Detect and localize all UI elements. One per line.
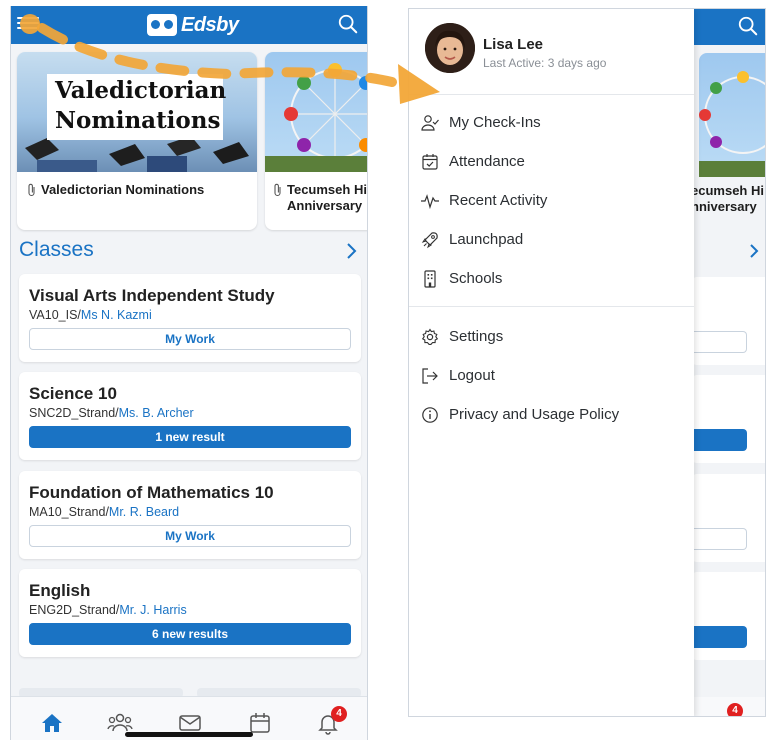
menu-label: My Check-Ins	[449, 114, 541, 131]
teacher-link[interactable]: Mr. J. Harris	[119, 603, 186, 617]
class-subtitle: MA10_Strand/Mr. R. Beard	[29, 505, 180, 519]
menu-label: Privacy and Usage Policy	[449, 406, 620, 423]
ferris-wheel-image	[699, 53, 765, 177]
class-subtitle: ENG2D_Strand/Mr. J. Harris	[29, 603, 187, 617]
class-card[interactable]: Science 10 SNC2D_Strand/Ms. B. Archer 1 …	[19, 372, 361, 460]
chevron-right-icon	[750, 244, 759, 258]
news-caption: Valedictorian Nominations	[27, 182, 204, 198]
edsby-logo: Edsby	[147, 12, 239, 38]
menu-label: Launchpad	[449, 231, 524, 248]
home-indicator	[125, 732, 253, 737]
ferris-wheel-image	[265, 52, 367, 172]
drawer-screen: ecumseh Hi nniversary 4 Lisa Lee Last Act…	[408, 8, 766, 717]
teacher-link[interactable]: Ms. B. Archer	[119, 406, 194, 420]
logout-icon	[422, 368, 438, 384]
menu-label: Attendance	[449, 153, 525, 170]
news-carousel[interactable]: Valedictorian Nominations Valedictorian …	[11, 52, 367, 230]
menu-item-launchpad[interactable]: Launchpad	[409, 222, 694, 258]
class-title: Foundation of Mathematics 10	[29, 483, 274, 502]
new-results-button[interactable]: 1 new result	[29, 426, 351, 448]
home-icon[interactable]	[39, 711, 65, 735]
menu-item-logout[interactable]: Logout	[409, 358, 694, 394]
building-icon	[424, 270, 436, 288]
edsby-logo-icon	[147, 14, 177, 36]
person-check-icon	[421, 115, 439, 131]
last-active-text: Last Active: 3 days ago	[483, 56, 607, 70]
menu-label: Logout	[449, 367, 495, 384]
avatar	[425, 23, 475, 73]
navigation-drawer: Lisa Lee Last Active: 3 days ago My Chec…	[409, 9, 694, 716]
gear-icon	[421, 328, 439, 345]
menu-item-privacy-policy[interactable]: Privacy and Usage Policy	[409, 397, 694, 433]
class-title: English	[29, 581, 91, 600]
pulse-icon	[421, 194, 439, 210]
paperclip-icon	[274, 183, 281, 197]
app-name: Edsby	[181, 13, 239, 36]
chevron-right-icon[interactable]	[345, 242, 357, 260]
class-card-dimmed	[691, 375, 765, 463]
class-title: Visual Arts Independent Study	[29, 286, 275, 305]
home-screen: Edsby Valedictorian Nominations Valedict…	[10, 6, 368, 740]
search-icon[interactable]	[337, 13, 359, 35]
classes-header[interactable]: Classes	[19, 238, 94, 262]
class-card-dimmed	[691, 277, 765, 365]
teacher-link[interactable]: Ms N. Kazmi	[81, 308, 152, 322]
info-icon	[422, 407, 438, 423]
class-card[interactable]: Foundation of Mathematics 10 MA10_Strand…	[19, 471, 361, 559]
menu-item-settings[interactable]: Settings	[409, 319, 694, 355]
class-card-dimmed	[691, 572, 765, 660]
my-work-button[interactable]: My Work	[29, 525, 351, 547]
menu-item-schools[interactable]: Schools	[409, 261, 694, 297]
menu-label: Settings	[449, 328, 504, 345]
teacher-link[interactable]: Mr. R. Beard	[109, 505, 179, 519]
class-card[interactable]: English ENG2D_Strand/Mr. J. Harris 6 new…	[19, 569, 361, 657]
news-caption: Tecumseh Hi Anniversary	[273, 182, 367, 214]
news-caption-dimmed: ecumseh Hi nniversary	[691, 183, 764, 214]
calendar-check-icon	[422, 154, 438, 170]
user-profile[interactable]: Lisa Lee Last Active: 3 days ago	[409, 9, 694, 95]
notification-badge: 4	[727, 703, 743, 716]
class-title: Science 10	[29, 384, 117, 403]
menu-item-my-check-ins[interactable]: My Check-Ins	[409, 105, 694, 141]
menu-item-recent-activity[interactable]: Recent Activity	[409, 183, 694, 219]
menu-item-attendance[interactable]: Attendance	[409, 144, 694, 180]
graduation-caps-image: Valedictorian Nominations	[17, 52, 257, 172]
top-app-bar: Edsby	[11, 6, 367, 44]
valedictorian-banner: Valedictorian Nominations	[47, 74, 227, 140]
class-subtitle: VA10_IS/Ms N. Kazmi	[29, 308, 152, 322]
menu-label: Recent Activity	[449, 192, 548, 209]
news-card-valedictorian[interactable]: Valedictorian Nominations Valedictorian …	[17, 52, 257, 230]
my-work-button[interactable]: My Work	[29, 328, 351, 350]
paperclip-icon	[28, 183, 35, 197]
class-subtitle: SNC2D_Strand/Ms. B. Archer	[29, 406, 194, 420]
menu-divider	[409, 306, 694, 307]
rocket-icon	[421, 232, 438, 249]
new-results-button[interactable]: 6 new results	[29, 623, 351, 645]
banner-line-1: Valedictorian	[55, 77, 227, 104]
class-card-dimmed	[691, 474, 765, 562]
news-card-tecumseh[interactable]: Tecumseh Hi Anniversary	[265, 52, 367, 230]
search-icon	[738, 16, 758, 36]
banner-line-2: Nominations	[55, 107, 221, 134]
user-name: Lisa Lee	[483, 36, 544, 53]
menu-label: Schools	[449, 270, 503, 287]
hamburger-menu-icon[interactable]	[17, 14, 39, 32]
class-card[interactable]: Visual Arts Independent Study VA10_IS/Ms…	[19, 274, 361, 362]
notification-badge: 4	[331, 706, 347, 722]
